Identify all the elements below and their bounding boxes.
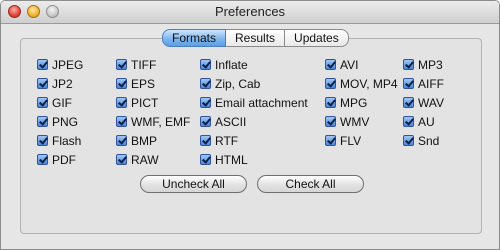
format-label: EPS — [131, 76, 156, 91]
checkbox-checked-icon[interactable] — [325, 59, 336, 70]
checkbox-checked-icon[interactable] — [116, 154, 127, 165]
format-checkbox-wav[interactable]: WAV — [403, 93, 444, 112]
format-checkbox-inflate[interactable]: Inflate — [200, 55, 308, 74]
tab-formats[interactable]: Formats — [162, 29, 227, 47]
format-label: PICT — [131, 95, 159, 110]
format-checkbox-tiff[interactable]: TIFF — [116, 55, 190, 74]
format-checkbox-aiff[interactable]: AIFF — [403, 74, 444, 93]
checkbox-checked-icon[interactable] — [403, 59, 414, 70]
checkbox-checked-icon[interactable] — [200, 116, 211, 127]
format-checkbox-avi[interactable]: AVI — [325, 55, 398, 74]
format-column-video: AVI MOV, MP4 MPG WMV FLV — [325, 55, 398, 150]
format-checkbox-jp2[interactable]: JP2 — [37, 74, 83, 93]
format-label: TIFF — [131, 57, 157, 72]
format-column-images-2: TIFF EPS PICT WMF, EMF BMP RAW — [116, 55, 190, 169]
check-all-button[interactable]: Check All — [257, 175, 364, 193]
checkbox-checked-icon[interactable] — [37, 97, 48, 108]
checkbox-checked-icon[interactable] — [403, 135, 414, 146]
format-checkbox-gif[interactable]: GIF — [37, 93, 83, 112]
tab-updates[interactable]: Updates — [285, 29, 349, 47]
format-label: JP2 — [52, 76, 73, 91]
checkbox-checked-icon[interactable] — [200, 59, 211, 70]
format-column-images-1: JPEG JP2 GIF PNG Flash PDF — [37, 55, 83, 169]
format-checkbox-zip-cab[interactable]: Zip, Cab — [200, 74, 308, 93]
format-checkbox-flv[interactable]: FLV — [325, 131, 398, 150]
format-label: MOV, MP4 — [340, 76, 398, 91]
checkbox-checked-icon[interactable] — [403, 116, 414, 127]
checkbox-checked-icon[interactable] — [200, 78, 211, 89]
format-checkbox-mpg[interactable]: MPG — [325, 93, 398, 112]
title-bar: Preferences — [1, 1, 499, 24]
format-checkbox-jpeg[interactable]: JPEG — [37, 55, 83, 74]
format-column-audio: MP3 AIFF WAV AU Snd — [403, 55, 444, 150]
format-checkbox-pdf[interactable]: PDF — [37, 150, 83, 169]
checkbox-checked-icon[interactable] — [200, 154, 211, 165]
format-label: Snd — [418, 133, 440, 148]
format-label: AU — [418, 114, 435, 129]
format-label: FLV — [340, 133, 362, 148]
format-checkbox-bmp[interactable]: BMP — [116, 131, 190, 150]
format-label: GIF — [52, 95, 72, 110]
format-label: PDF — [52, 152, 76, 167]
format-label: AIFF — [418, 76, 444, 91]
format-checkbox-rtf[interactable]: RTF — [200, 131, 308, 150]
checkbox-checked-icon[interactable] — [116, 116, 127, 127]
checkbox-checked-icon[interactable] — [37, 154, 48, 165]
format-label: WAV — [418, 95, 444, 110]
format-label: RTF — [215, 133, 239, 148]
format-label: AVI — [340, 57, 359, 72]
format-checkbox-mov-mp4[interactable]: MOV, MP4 — [325, 74, 398, 93]
checkbox-checked-icon[interactable] — [116, 59, 127, 70]
checkbox-checked-icon[interactable] — [116, 78, 127, 89]
tab-results[interactable]: Results — [226, 29, 286, 47]
checkbox-checked-icon[interactable] — [200, 135, 211, 146]
format-checkbox-au[interactable]: AU — [403, 112, 444, 131]
format-checkbox-wmv[interactable]: WMV — [325, 112, 398, 131]
checkbox-checked-icon[interactable] — [325, 116, 336, 127]
tab-bar: Formats Results Updates — [162, 29, 349, 47]
format-checkbox-png[interactable]: PNG — [37, 112, 83, 131]
checkbox-checked-icon[interactable] — [325, 78, 336, 89]
format-checkbox-ascii[interactable]: ASCII — [200, 112, 308, 131]
checkbox-checked-icon[interactable] — [200, 97, 211, 108]
format-column-documents: Inflate Zip, Cab Email attachment ASCII … — [200, 55, 308, 169]
format-label: PNG — [52, 114, 79, 129]
format-label: Inflate — [215, 57, 248, 72]
format-label: HTML — [215, 152, 248, 167]
format-label: MP3 — [418, 57, 443, 72]
format-label: Email attachment — [215, 95, 308, 110]
format-checkbox-eps[interactable]: EPS — [116, 74, 190, 93]
checkbox-checked-icon[interactable] — [325, 97, 336, 108]
format-label: WMF, EMF — [131, 114, 191, 129]
format-checkbox-raw[interactable]: RAW — [116, 150, 190, 169]
format-checkbox-wmf-emf[interactable]: WMF, EMF — [116, 112, 190, 131]
format-checkbox-flash[interactable]: Flash — [37, 131, 83, 150]
checkbox-checked-icon[interactable] — [37, 135, 48, 146]
checkbox-checked-icon[interactable] — [325, 135, 336, 146]
checkbox-checked-icon[interactable] — [37, 59, 48, 70]
checkbox-checked-icon[interactable] — [403, 97, 414, 108]
checkbox-checked-icon[interactable] — [116, 135, 127, 146]
format-label: RAW — [131, 152, 159, 167]
format-label: Zip, Cab — [215, 76, 261, 91]
uncheck-all-button[interactable]: Uncheck All — [140, 175, 247, 193]
format-label: JPEG — [52, 57, 84, 72]
format-label: BMP — [131, 133, 158, 148]
preferences-window: Preferences Formats Results Updates JPEG… — [0, 0, 500, 250]
window-title: Preferences — [214, 4, 286, 19]
checkbox-checked-icon[interactable] — [37, 116, 48, 127]
format-checkbox-snd[interactable]: Snd — [403, 131, 444, 150]
format-checkbox-html[interactable]: HTML — [200, 150, 308, 169]
checkbox-checked-icon[interactable] — [37, 78, 48, 89]
format-checkbox-pict[interactable]: PICT — [116, 93, 190, 112]
format-label: WMV — [340, 114, 370, 129]
format-label: MPG — [340, 95, 368, 110]
format-label: Flash — [52, 133, 82, 148]
format-checkbox-email-attachment[interactable]: Email attachment — [200, 93, 308, 112]
checkbox-checked-icon[interactable] — [116, 97, 127, 108]
format-checkbox-mp3[interactable]: MP3 — [403, 55, 444, 74]
checkbox-checked-icon[interactable] — [403, 78, 414, 89]
format-label: ASCII — [215, 114, 247, 129]
